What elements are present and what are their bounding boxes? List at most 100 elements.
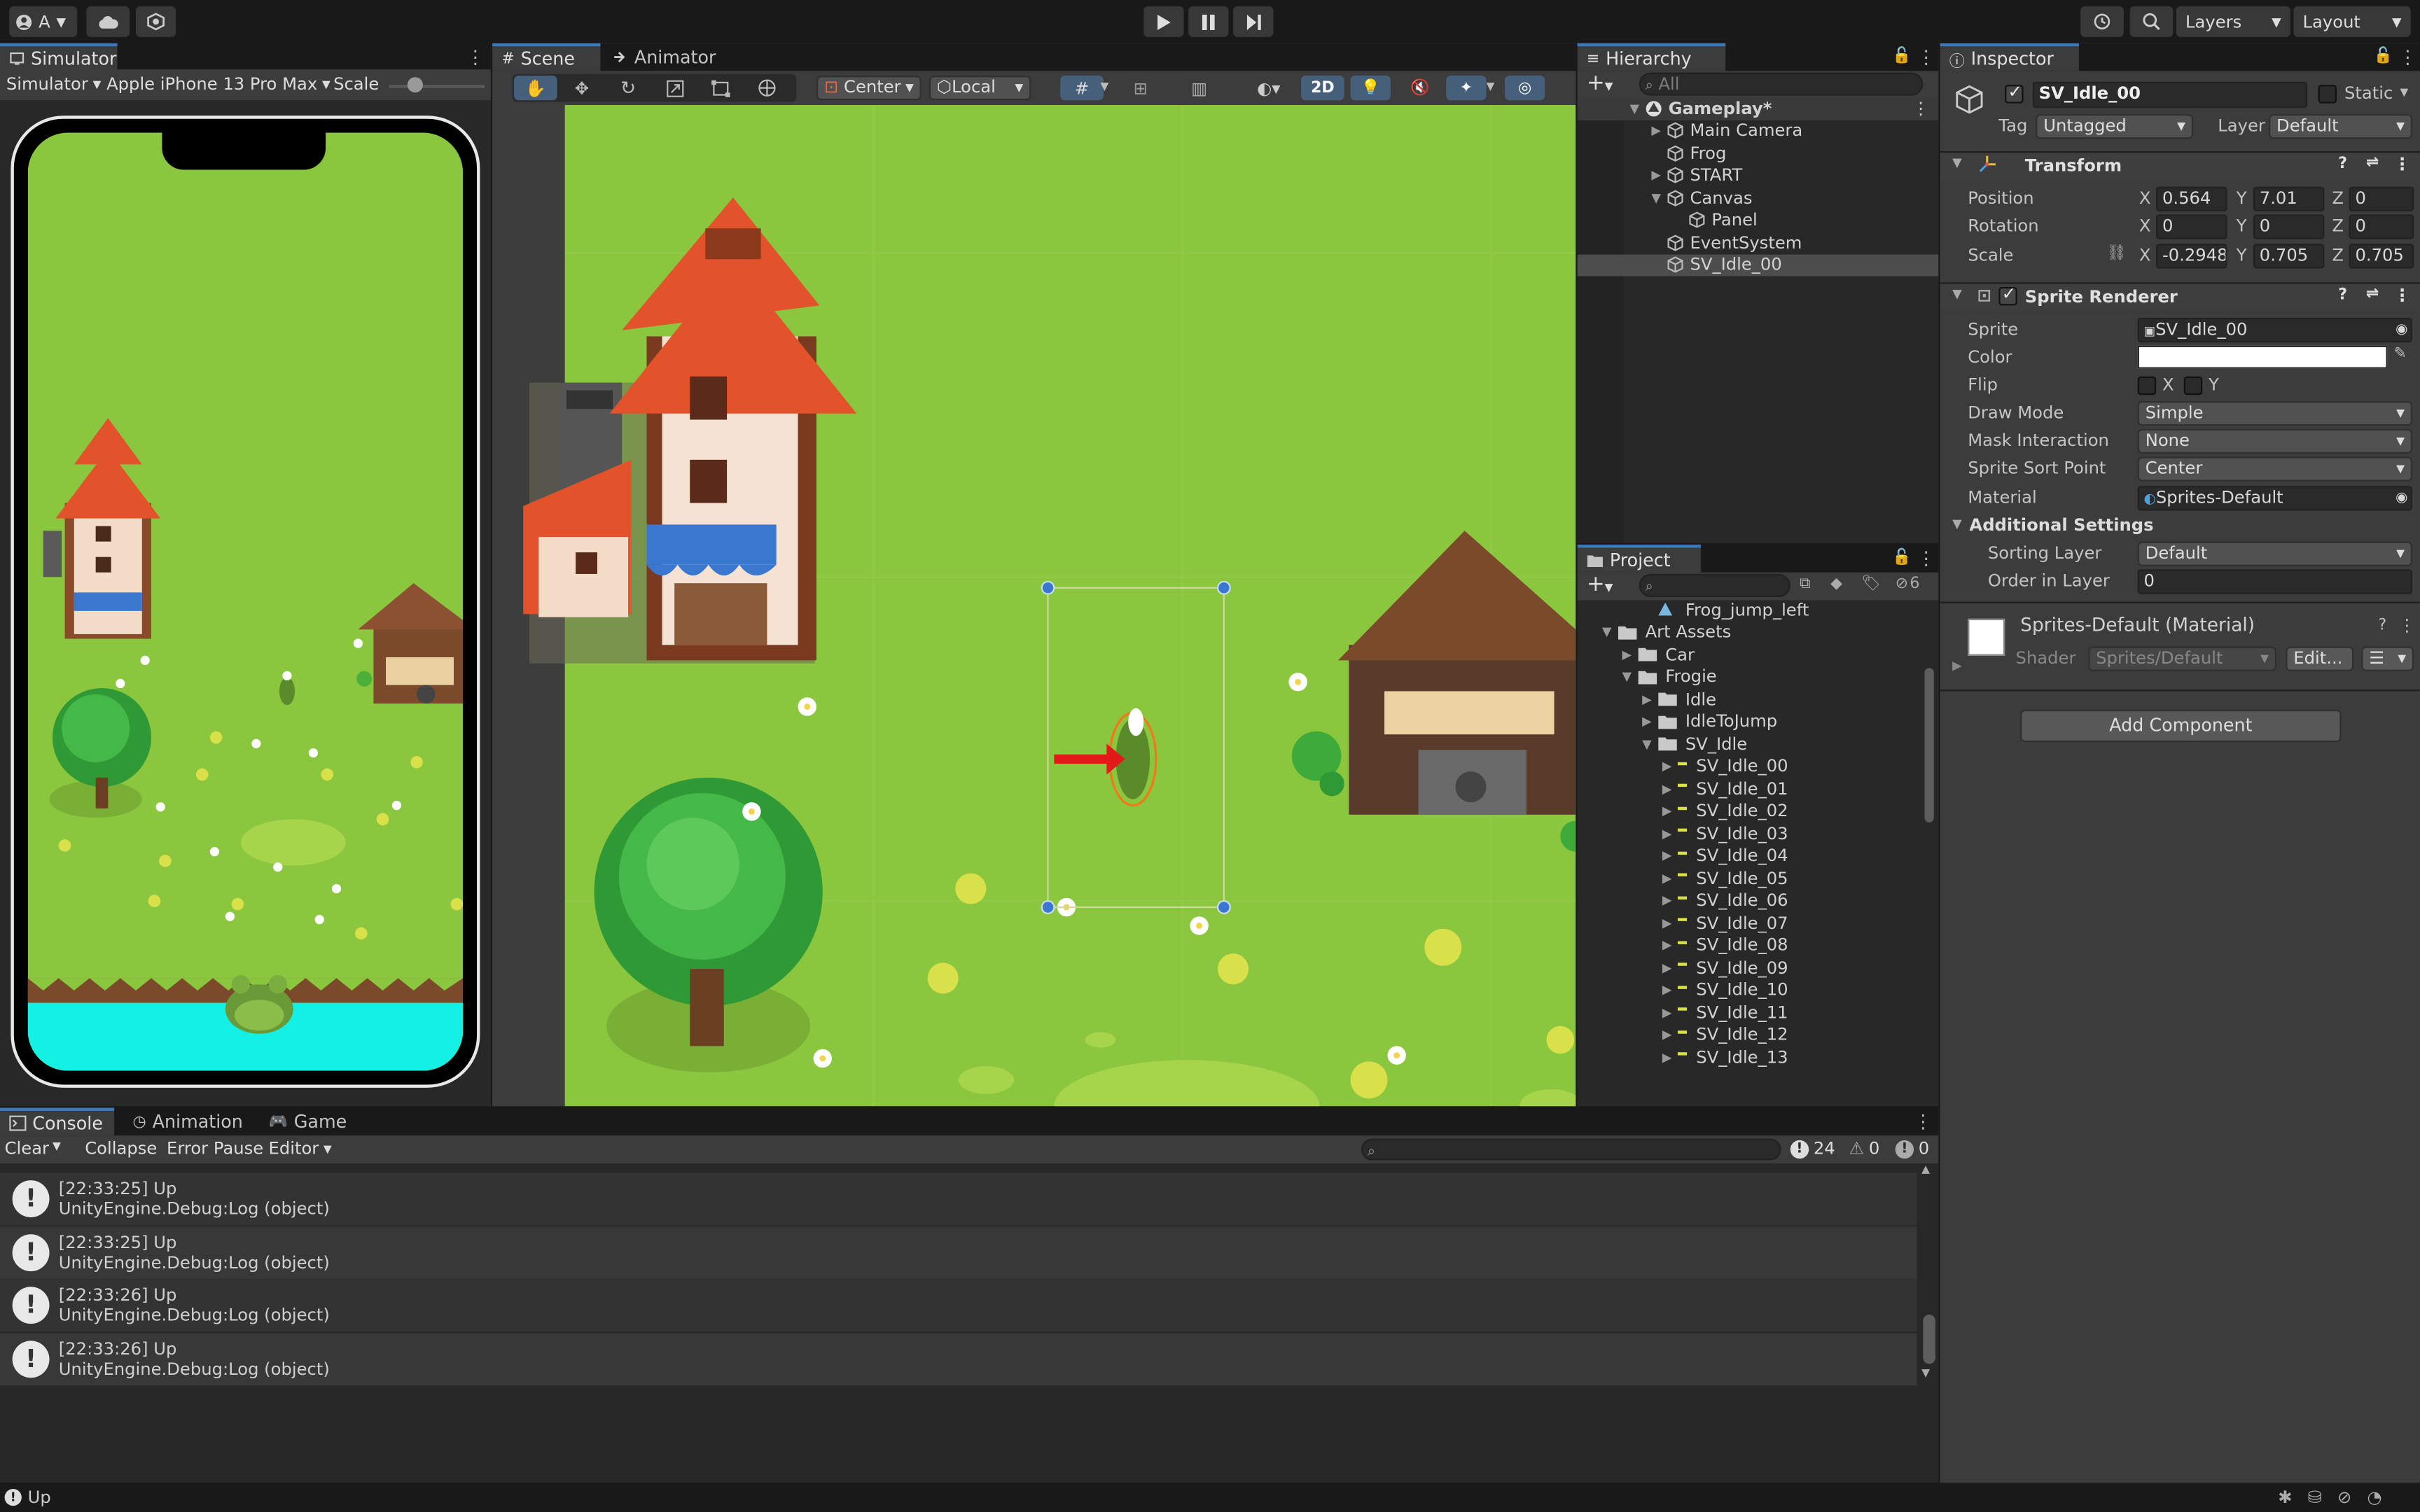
- collapsed-arrow-icon[interactable]: ▶: [1662, 804, 1678, 818]
- project-item[interactable]: ▶ IdleToJump: [1578, 710, 1920, 733]
- log-entry[interactable]: ! [22:33:26] Up UnityEngine.Debug:Log (obj…: [0, 1332, 1917, 1385]
- hierarchy-item[interactable]: SV_Idle_00: [1577, 253, 1939, 276]
- more-menu-icon[interactable]: ⋮: [1917, 547, 1935, 569]
- project-scrollbar[interactable]: [1923, 606, 1935, 1069]
- label-icon[interactable]: 🏷: [1861, 575, 1881, 592]
- project-item[interactable]: ▶ SV_Idle_03: [1578, 822, 1920, 845]
- color-swatch[interactable]: [2137, 345, 2388, 369]
- history-button[interactable]: [2080, 6, 2124, 37]
- move-tool-button[interactable]: ✥: [563, 76, 600, 100]
- project-item[interactable]: ▼ SV_Idle: [1578, 733, 1920, 755]
- hidden-objects-toggle[interactable]: ◎: [1504, 76, 1545, 101]
- log-filter-toggle[interactable]: ! 24: [1790, 1139, 1835, 1158]
- scale-tool-button[interactable]: [656, 76, 693, 100]
- mask-interaction-dropdown[interactable]: None ▼: [2137, 428, 2413, 454]
- collapse-arrow-icon[interactable]: ▼: [1952, 517, 1962, 531]
- rotation-y-field[interactable]: 0: [2253, 214, 2325, 239]
- link-scale-icon[interactable]: ⛓: [2107, 245, 2127, 262]
- scene-viewport[interactable]: [492, 104, 1576, 1107]
- warning-filter-toggle[interactable]: ⚠ 0: [1849, 1139, 1880, 1159]
- tab-scene[interactable]: # Scene: [492, 43, 601, 71]
- lock-icon[interactable]: 🔓: [1892, 46, 1911, 68]
- expanded-arrow-icon[interactable]: ▼: [1642, 737, 1657, 751]
- collapsed-arrow-icon[interactable]: ▶: [1662, 894, 1678, 908]
- chevron-down-icon[interactable]: ▼: [1101, 80, 1109, 93]
- collapsed-arrow-icon[interactable]: ▶: [1662, 983, 1678, 997]
- log-entry[interactable]: ! [22:33:25] Up UnityEngine.Debug:Log (obj…: [0, 1226, 1917, 1279]
- project-item[interactable]: ▶ SV_Idle_13: [1578, 1046, 1920, 1068]
- sorting-layer-dropdown[interactable]: Default ▼: [2137, 541, 2413, 566]
- scroll-up-icon[interactable]: ▲: [1921, 1163, 1930, 1176]
- static-checkbox[interactable]: [2318, 85, 2337, 104]
- increment-snap-button[interactable]: ⊞: [1122, 76, 1159, 100]
- debug-icon[interactable]: ✱: [2278, 1488, 2292, 1508]
- project-item[interactable]: ▶ Car: [1578, 643, 1920, 666]
- tab-animator[interactable]: Animator: [604, 43, 727, 71]
- project-item[interactable]: Frog_jump_left: [1578, 598, 1920, 621]
- device-dropdown[interactable]: Apple iPhone 13 Pro Max ▼: [106, 74, 331, 94]
- error-pause-toggle[interactable]: Error Pause: [167, 1139, 263, 1159]
- expanded-arrow-icon[interactable]: ▼: [1602, 625, 1618, 639]
- object-picker-icon[interactable]: ◉: [2395, 487, 2407, 509]
- collapsed-arrow-icon[interactable]: ▶: [1662, 1050, 1678, 1064]
- sprite-renderer-enabled-checkbox[interactable]: ✓: [1998, 284, 2017, 306]
- material-field[interactable]: ◐Sprites-Default ◉: [2137, 486, 2413, 511]
- editor-target-dropdown[interactable]: Editor ▼: [269, 1139, 332, 1159]
- scrollbar-thumb[interactable]: [1924, 668, 1934, 822]
- expanded-arrow-icon[interactable]: ▼: [1651, 191, 1667, 205]
- tab-project[interactable]: Project: [1577, 545, 1701, 573]
- additional-settings-foldout[interactable]: Additional Settings: [1969, 515, 2153, 536]
- draw-mode-button[interactable]: ◐▾: [1249, 76, 1288, 100]
- collapsed-arrow-icon[interactable]: ▶: [1662, 782, 1678, 796]
- console-search-input[interactable]: ⌕: [1361, 1138, 1781, 1161]
- collapse-toggle[interactable]: Collapse: [85, 1139, 157, 1159]
- 2d-toggle-button[interactable]: 2D: [1301, 76, 1344, 101]
- project-item[interactable]: ▶ SV_Idle_09: [1578, 957, 1920, 979]
- step-button[interactable]: [1233, 6, 1274, 37]
- pause-button[interactable]: [1188, 6, 1229, 37]
- game-viewport[interactable]: [27, 132, 464, 1071]
- project-item[interactable]: ▶ SV_Idle_00: [1578, 755, 1920, 778]
- lighting-toggle[interactable]: 💡: [1350, 76, 1391, 101]
- collapsed-arrow-icon[interactable]: ▶: [1662, 939, 1678, 953]
- hierarchy-item[interactable]: ▶ START: [1578, 164, 1939, 187]
- project-item[interactable]: ▶ SV_Idle_10: [1578, 979, 1920, 1002]
- more-menu-icon[interactable]: ⋮: [2398, 46, 2416, 68]
- hidden-packages-toggle[interactable]: ⊘ 6: [1896, 575, 1920, 592]
- tab-simulator[interactable]: Simulator: [0, 43, 118, 71]
- filter-icon[interactable]: ◆: [1830, 575, 1842, 592]
- preset-icon[interactable]: ⇌: [2366, 286, 2379, 302]
- scale-x-field[interactable]: -0.2948: [2156, 244, 2227, 269]
- console-scrollbar[interactable]: ▲ ▼: [1921, 1163, 1937, 1382]
- collab-button[interactable]: [135, 6, 176, 37]
- draw-mode-dropdown[interactable]: Simple ▼: [2137, 401, 2413, 426]
- project-item[interactable]: ▶ SV_Idle_04: [1578, 845, 1920, 867]
- collapsed-arrow-icon[interactable]: ▶: [1662, 760, 1678, 774]
- project-item[interactable]: ▶ SV_Idle_11: [1578, 1001, 1920, 1023]
- collapsed-arrow-icon[interactable]: ▶: [1662, 916, 1678, 930]
- error-filter-toggle[interactable]: ! 0: [1895, 1139, 1929, 1158]
- shader-options-button[interactable]: ☰ ▼: [2361, 646, 2414, 671]
- hierarchy-item[interactable]: ▼ Gameplay* ⋮: [1577, 97, 1939, 120]
- collapsed-arrow-icon[interactable]: ▶: [1642, 692, 1657, 706]
- rect-tool-button[interactable]: [702, 76, 739, 100]
- scroll-down-icon[interactable]: ▼: [1921, 1367, 1930, 1380]
- collapsed-arrow-icon[interactable]: ▶: [1662, 1028, 1678, 1042]
- shader-dropdown[interactable]: Sprites/Default ▼: [2088, 646, 2277, 671]
- object-name-field[interactable]: SV_Idle_00: [2032, 81, 2308, 108]
- project-item[interactable]: ▼ Frogie: [1578, 666, 1920, 688]
- audio-toggle[interactable]: 🔇: [1400, 76, 1440, 100]
- add-object-button[interactable]: +▼: [1587, 71, 1613, 95]
- log-entry[interactable]: ! [22:33:25] Up UnityEngine.Debug:Log (obj…: [0, 1172, 1917, 1226]
- collapsed-arrow-icon[interactable]: ▶: [1651, 124, 1667, 138]
- cache-server-icon[interactable]: ⛁: [2308, 1488, 2322, 1508]
- clear-button[interactable]: Clear: [5, 1139, 49, 1159]
- object-picker-icon[interactable]: ◉: [2395, 319, 2407, 341]
- hierarchy-item[interactable]: ▼ Canvas: [1578, 187, 1939, 209]
- scale-slider-handle[interactable]: [407, 77, 423, 93]
- rotation-z-field[interactable]: 0: [2349, 214, 2414, 239]
- project-item[interactable]: ▶ SV_Idle_08: [1578, 934, 1920, 957]
- layer-dropdown[interactable]: Default ▼: [2269, 114, 2413, 139]
- hierarchy-item[interactable]: Frog: [1578, 142, 1939, 164]
- expand-arrow-icon[interactable]: ▶: [1952, 659, 1962, 673]
